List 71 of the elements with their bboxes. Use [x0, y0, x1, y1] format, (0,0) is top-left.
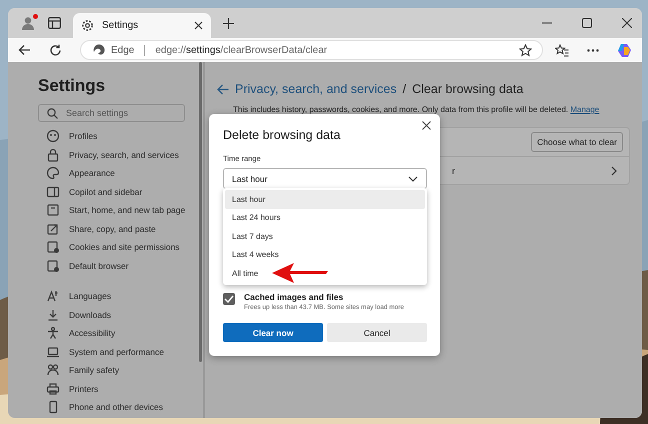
browser-tab[interactable]: Settings [73, 13, 211, 38]
family-icon [46, 363, 60, 378]
sidebar-item[interactable]: Copilot and sidebar [46, 182, 142, 201]
dropdown-option[interactable]: Last hour [225, 190, 425, 208]
sidebar-item[interactable]: Default browser [46, 256, 129, 275]
tab-actions-icon[interactable] [48, 17, 61, 29]
palette-icon [46, 166, 60, 180]
chevron-icon[interactable] [611, 166, 617, 176]
dropdown-option[interactable]: Last 7 days [225, 227, 425, 246]
printer-icon [46, 382, 60, 396]
laptop-icon [46, 344, 60, 359]
dropdown-option[interactable]: Last 4 weeks [225, 246, 425, 264]
sidebar-item[interactable]: System and performance [46, 342, 164, 361]
sidebar-item[interactable]: Languages [46, 287, 112, 306]
dialog-title: Delete browsing data [223, 128, 342, 142]
row-text: r [452, 166, 455, 176]
sidebar-item[interactable]: Profiles [46, 127, 98, 146]
url-text: edge://settings/clearBrowserData/clear [155, 44, 328, 56]
site-label: Edge [111, 44, 134, 56]
sidebar-item[interactable]: Privacy, search, and services [46, 146, 179, 164]
checkbox[interactable] [223, 293, 235, 305]
checkbox-label: Cached images and files [244, 292, 344, 302]
share-icon [46, 222, 60, 236]
browser-icon [46, 258, 60, 273]
sidebar-item[interactable]: Downloads [46, 306, 112, 324]
profile-icon [46, 129, 60, 144]
dropdown-option[interactable]: All time [225, 264, 425, 282]
page-title: Clear browsing data [412, 82, 524, 96]
sidebar-item[interactable]: Family safety [46, 361, 120, 380]
back-icon[interactable] [18, 44, 31, 56]
refresh-icon[interactable] [49, 44, 62, 56]
sidebar-icon [46, 184, 60, 199]
arrow-drawing [272, 262, 328, 284]
new-tab-icon[interactable] [223, 18, 234, 28]
dropdown-option[interactable]: Last 24 hours [225, 208, 425, 227]
breadcrumb-separator: / [402, 82, 406, 96]
sidebar-item[interactable]: Phone and other devices [46, 398, 164, 416]
sidebar-item[interactable]: Share, copy, and paste [46, 220, 156, 238]
profile-icon[interactable] [20, 15, 36, 31]
search-field[interactable]: Search settings [38, 104, 185, 122]
gear-icon [81, 19, 94, 32]
address-bar[interactable]: Edge edge://settings/clearBrowserData/clear [80, 40, 543, 60]
clear-now-button[interactable]: Clear now [223, 323, 323, 342]
choose-button[interactable]: Choose what to clear [531, 132, 623, 152]
home-icon [46, 203, 60, 218]
language-icon [46, 289, 60, 304]
cookies-icon [46, 240, 60, 254]
copilot-icon[interactable] [617, 42, 632, 58]
star-icon[interactable] [519, 44, 532, 56]
cancel-button[interactable]: Cancel [327, 323, 427, 342]
download-icon [46, 308, 60, 322]
scrollbar[interactable] [199, 62, 202, 362]
description-text: This includes history, passwords, cookies, and more. Only data from this profile will be deleted. Manage [233, 105, 600, 114]
close-icon[interactable] [194, 21, 203, 30]
close-icon[interactable] [622, 18, 632, 28]
chevron-icon [408, 176, 418, 182]
close-icon[interactable] [422, 121, 431, 130]
accessibility-icon [46, 326, 60, 340]
sidebar-item[interactable]: Printers [46, 380, 98, 398]
lock-icon [46, 148, 60, 162]
breadcrumb-link[interactable]: Privacy, search, and services [235, 82, 397, 96]
sidebar-item[interactable]: Start, home, and new tab page [46, 201, 186, 220]
more-icon[interactable] [587, 48, 599, 52]
manage-link[interactable]: Manage [570, 105, 600, 114]
sidebar-title: Settings [38, 76, 106, 96]
sidebar-item[interactable]: Accessibility [46, 324, 116, 342]
search-icon [47, 108, 58, 119]
favorites-icon[interactable] [555, 44, 569, 56]
sidebar-item[interactable]: Cookies and site permissions [46, 238, 180, 256]
sidebar-item[interactable]: Appearance [46, 164, 115, 182]
maximize-icon[interactable] [582, 18, 592, 28]
